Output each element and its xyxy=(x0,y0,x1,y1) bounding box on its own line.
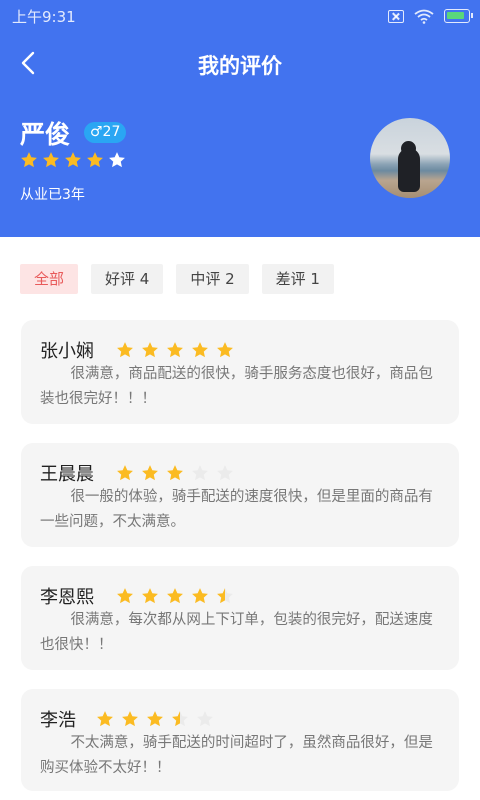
review-text: 很满意，每次都从网上下订单，包装的很完好，配送速度也很快！！ xyxy=(40,612,433,653)
review-card[interactable]: 李浩 不太满意，骑手配送的时间超时了，虽然商品很好，但是购买体验不太好！！ xyxy=(21,689,459,791)
star-filled-icon xyxy=(142,588,158,604)
tab-bad[interactable]: 差评 1 xyxy=(261,264,334,294)
star-empty-icon xyxy=(217,465,233,481)
gender-age-badge: ♂27 xyxy=(84,122,127,143)
filter-tabs: 全部 好评 4 中评 2 差评 1 xyxy=(20,264,334,294)
star-filled-icon xyxy=(217,342,233,358)
status-bar: 上午9:31 xyxy=(0,0,480,32)
avatar-figure-body xyxy=(398,148,420,192)
review-rating-stars xyxy=(116,341,234,359)
profile-rating-stars xyxy=(20,151,126,169)
review-rating-stars xyxy=(96,710,214,728)
profile-header: 上午9:31 我的评价 严俊 ♂27 从业已3年 xyxy=(0,0,480,237)
star-filled-icon xyxy=(142,465,158,481)
courier-name: 严俊 xyxy=(20,120,71,149)
star-filled-icon xyxy=(147,711,163,727)
star-half-icon xyxy=(217,588,233,604)
tab-all[interactable]: 全部 xyxy=(20,264,79,294)
review-card[interactable]: 王晨晨 很一般的体验，骑手配送的速度很快，但是里面的商品有一些问题，不太满意。 xyxy=(21,443,459,547)
star-filled-icon xyxy=(87,152,103,168)
wifi-icon xyxy=(414,9,434,24)
review-text: 不太满意，骑手配送的时间超时了，虽然商品很好，但是购买体验不太好！！ xyxy=(40,735,433,776)
reviewer-name: 李恩熙 xyxy=(40,587,94,608)
star-empty-icon xyxy=(109,152,125,168)
star-filled-icon xyxy=(167,342,183,358)
tab-good[interactable]: 好评 4 xyxy=(91,264,164,294)
avatar[interactable] xyxy=(370,118,450,198)
star-filled-icon xyxy=(43,152,59,168)
star-empty-icon xyxy=(197,711,213,727)
star-filled-icon xyxy=(192,342,208,358)
page-title: 我的评价 xyxy=(198,54,282,78)
experience-text: 从业已3年 xyxy=(20,187,85,203)
reviewer-name: 张小娴 xyxy=(40,341,94,362)
star-filled-icon xyxy=(192,588,208,604)
nav-bar: 我的评价 xyxy=(0,34,480,94)
star-filled-icon xyxy=(117,465,133,481)
battery-charging-icon xyxy=(444,9,473,23)
review-card[interactable]: 李恩熙 很满意，每次都从网上下订单，包装的很完好，配送速度也很快！！ xyxy=(21,566,459,670)
star-filled-icon xyxy=(122,711,138,727)
star-filled-icon xyxy=(117,588,133,604)
star-filled-icon xyxy=(167,465,183,481)
review-rating-stars xyxy=(116,464,234,482)
sim-off-icon xyxy=(388,9,404,23)
status-time: 上午9:31 xyxy=(12,8,76,26)
star-filled-icon xyxy=(21,152,37,168)
star-filled-icon xyxy=(97,711,113,727)
star-half-icon xyxy=(172,711,188,727)
star-empty-icon xyxy=(192,465,208,481)
review-card[interactable]: 张小娴 很满意，商品配送的很快，骑手服务态度也很好，商品包装也很完好！！！ xyxy=(21,320,459,424)
reviewer-name: 王晨晨 xyxy=(40,464,94,485)
star-filled-icon xyxy=(117,342,133,358)
tab-medium[interactable]: 中评 2 xyxy=(176,264,249,294)
status-icons xyxy=(388,8,473,24)
star-filled-icon xyxy=(65,152,81,168)
star-filled-icon xyxy=(167,588,183,604)
reviewer-name: 李浩 xyxy=(40,710,76,731)
review-text: 很满意，商品配送的很快，骑手服务态度也很好，商品包装也很完好！！！ xyxy=(40,366,433,407)
review-rating-stars xyxy=(116,587,234,605)
review-text: 很一般的体验，骑手配送的速度很快，但是里面的商品有一些问题，不太满意。 xyxy=(40,489,433,530)
star-filled-icon xyxy=(142,342,158,358)
